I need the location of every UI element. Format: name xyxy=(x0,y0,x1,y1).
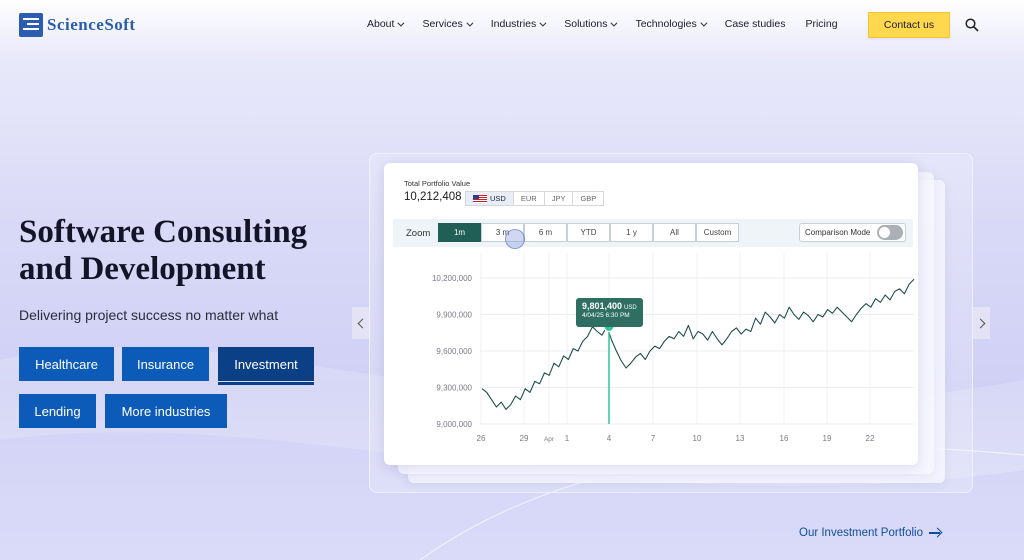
zoom-all-button[interactable]: All xyxy=(653,223,696,242)
main-nav: About Services Industries Solutions Tech… xyxy=(367,18,858,30)
zoom-1m-button[interactable]: 1m xyxy=(438,223,481,242)
currency-gbp[interactable]: GBP xyxy=(572,191,605,206)
industry-button-investment[interactable]: Investment xyxy=(218,347,314,385)
portfolio-value: 10,212,408 xyxy=(404,191,462,203)
tooltip-value: 9,801,400 xyxy=(582,301,623,311)
nav-item-about[interactable]: About xyxy=(367,18,405,30)
logo-text: ScienceSoft xyxy=(47,15,136,34)
industry-button-investment-label: Investment xyxy=(234,356,298,372)
chevron-down-icon xyxy=(700,19,708,27)
search-icon[interactable] xyxy=(965,18,979,32)
nav-item-case-studies[interactable]: Case studies xyxy=(725,18,786,30)
site-header: ScienceSoft About Services Industries So… xyxy=(0,0,1024,50)
industry-button-lending[interactable]: Lending xyxy=(19,394,96,428)
x-tick-label: 7 xyxy=(651,434,656,443)
x-tick-label: 22 xyxy=(866,434,875,443)
industry-button-insurance[interactable]: Insurance xyxy=(122,347,209,381)
x-tick-label: 4 xyxy=(607,434,612,443)
us-flag-icon xyxy=(473,194,487,203)
active-underline xyxy=(218,382,314,385)
contact-us-button[interactable]: Contact us xyxy=(868,12,950,38)
y-tick-label: 10,200,000 xyxy=(432,274,473,283)
y-tick-label: 9,000,000 xyxy=(436,420,472,429)
logo[interactable]: ScienceSoft xyxy=(19,13,136,37)
currency-selector: USD EUR JPY GBP xyxy=(465,191,605,206)
comparison-mode-toggle[interactable] xyxy=(877,225,903,240)
x-tick-label: 10 xyxy=(693,434,702,443)
currency-jpy[interactable]: JPY xyxy=(543,191,574,206)
carousel-prev-button[interactable] xyxy=(352,307,369,339)
carousel-next-button[interactable] xyxy=(973,307,990,339)
portfolio-value-label: Total Portfolio Value xyxy=(404,179,471,188)
chevron-down-icon xyxy=(539,19,547,27)
hero-title: Software Consulting and Development xyxy=(19,214,339,288)
zoom-custom-button[interactable]: Custom xyxy=(696,223,739,242)
chevron-right-icon xyxy=(975,318,985,328)
x-tick-label: 26 xyxy=(477,434,486,443)
y-tick-label: 9,300,000 xyxy=(436,384,472,393)
x-tick-label: 16 xyxy=(780,434,789,443)
y-tick-label: 9,600,000 xyxy=(436,347,472,356)
hero-title-line1: Software Consulting xyxy=(19,214,308,250)
currency-usd[interactable]: USD xyxy=(465,191,514,206)
chevron-down-icon xyxy=(610,19,618,27)
chevron-down-icon xyxy=(397,19,405,27)
industry-button-more[interactable]: More industries xyxy=(105,394,227,428)
x-tick-label: 13 xyxy=(736,434,745,443)
comparison-mode-label: Comparison Mode xyxy=(805,228,871,237)
x-tick-label: 19 xyxy=(823,434,832,443)
investment-portfolio-link-label: Our Investment Portfolio xyxy=(799,527,923,539)
hero-subtitle: Delivering project success no matter wha… xyxy=(19,307,279,323)
industry-button-healthcare[interactable]: Healthcare xyxy=(19,347,114,381)
nav-item-solutions[interactable]: Solutions xyxy=(564,18,618,30)
portfolio-value-line xyxy=(481,278,915,410)
y-tick-label: 9,900,000 xyxy=(436,311,472,320)
x-tick-label: Apr xyxy=(544,436,555,443)
logo-icon xyxy=(19,13,43,37)
nav-item-industries[interactable]: Industries xyxy=(491,18,547,30)
zoom-label: Zoom xyxy=(406,228,431,239)
investment-portfolio-link[interactable]: Our Investment Portfolio xyxy=(799,527,941,539)
portfolio-line-chart: 10,200,000 9,900,000 9,600,000 9,300,000 9,0… xyxy=(432,253,915,443)
nav-item-services[interactable]: Services xyxy=(422,18,474,30)
zoom-6m-button[interactable]: 6 m xyxy=(524,223,567,242)
chevron-down-icon xyxy=(466,19,474,27)
tooltip-currency: USD xyxy=(624,305,637,311)
chevron-left-icon xyxy=(357,318,367,328)
currency-eur[interactable]: EUR xyxy=(512,191,545,206)
nav-item-pricing[interactable]: Pricing xyxy=(805,18,837,30)
x-tick-label: 1 xyxy=(565,434,570,443)
zoom-1y-button[interactable]: 1 y xyxy=(610,223,653,242)
mouse-cursor xyxy=(505,229,525,249)
arrow-right-icon xyxy=(929,528,941,538)
chart-tooltip: 9,801,400 USD 4/04/25 6:30 PM xyxy=(576,298,643,327)
x-tick-label: 29 xyxy=(520,434,529,443)
zoom-ytd-button[interactable]: YTD xyxy=(567,223,610,242)
nav-item-technologies[interactable]: Technologies xyxy=(635,18,708,30)
hero-title-line2: and Development xyxy=(19,251,266,287)
tooltip-date: 4/04/25 6:30 PM xyxy=(582,312,630,319)
